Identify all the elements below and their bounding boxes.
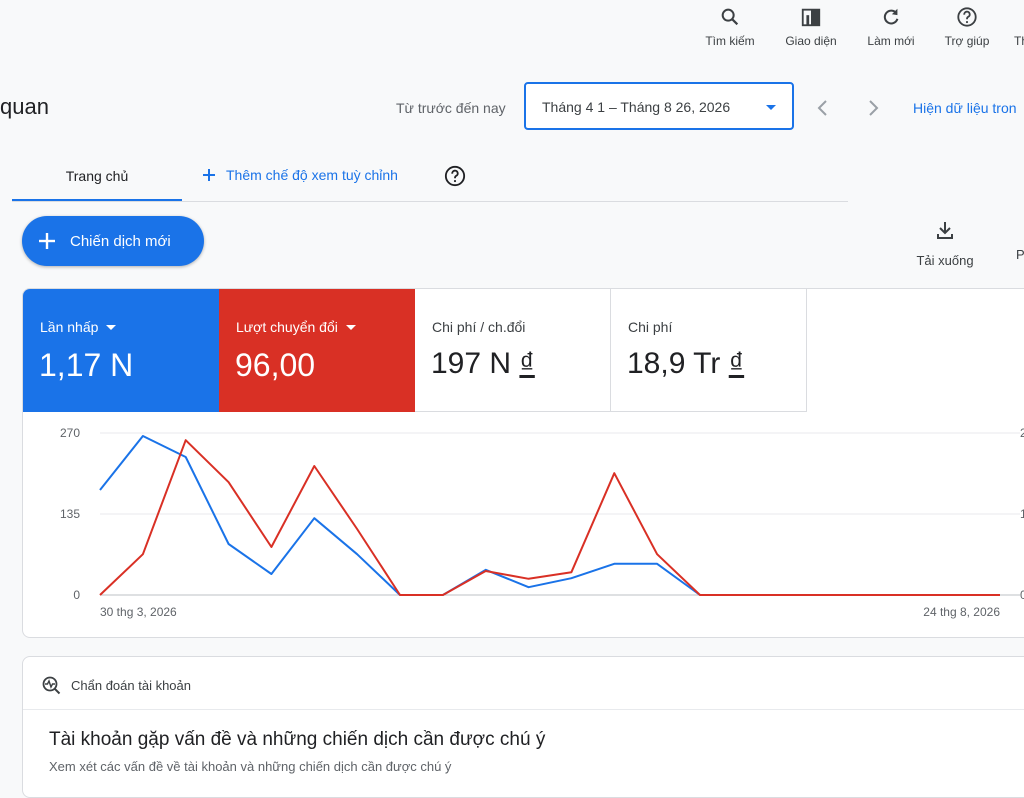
refresh-tool[interactable]: Làm mới bbox=[851, 6, 931, 48]
chevron-right-icon bbox=[869, 100, 879, 116]
metric-conversions[interactable]: Lượt chuyển đổi 96,00 bbox=[219, 289, 415, 412]
help-icon bbox=[957, 7, 977, 27]
metric-clicks[interactable]: Lần nhấp 1,17 N bbox=[23, 289, 219, 412]
page-title: quan bbox=[0, 94, 49, 119]
more-tool-label[interactable]: Th bbox=[1014, 34, 1024, 48]
download-button[interactable]: Tải xuống bbox=[910, 220, 980, 268]
new-campaign-label: Chiến dịch mới bbox=[70, 232, 171, 250]
add-custom-view-label: Thêm chế độ xem tuỳ chỉnh bbox=[226, 167, 398, 183]
new-campaign-button[interactable]: Chiến dịch mới bbox=[22, 216, 204, 266]
y-tick-label: 270 bbox=[60, 426, 80, 440]
currency-symbol: ₫ bbox=[519, 347, 535, 380]
download-label: Tải xuống bbox=[916, 253, 974, 268]
search-tool[interactable]: Tìm kiếm bbox=[690, 6, 770, 48]
account-diagnosis-card: Chẩn đoán tài khoản Tài khoản gặp vấn đề… bbox=[22, 656, 1024, 798]
search-icon bbox=[721, 8, 739, 26]
show-data-link[interactable]: Hiện dữ liệu tron bbox=[913, 100, 1017, 116]
download-icon bbox=[937, 222, 953, 239]
dropdown-caret-icon bbox=[766, 105, 776, 110]
series-line bbox=[99, 435, 1000, 596]
y-right-tick-label: 2 bbox=[1020, 426, 1024, 440]
metric-clicks-label: Lần nhấp bbox=[40, 319, 99, 335]
diagnosis-title: Tài khoản gặp vấn đề và những chiến dịch… bbox=[49, 729, 546, 750]
series-line bbox=[99, 439, 1000, 596]
date-range-value: Tháng 4 1 – Tháng 8 26, 2026 bbox=[542, 99, 731, 115]
metric-cpc-value: 197 N bbox=[431, 347, 512, 380]
y-right-tick-label: 1 bbox=[1020, 507, 1024, 521]
x-start-label: 30 thg 3, 2026 bbox=[100, 605, 177, 619]
help-label: Trợ giúp bbox=[944, 34, 990, 48]
add-custom-view-button[interactable]: Thêm chế độ xem tuỳ chỉnh bbox=[202, 167, 398, 183]
prev-period-button[interactable] bbox=[816, 98, 830, 121]
refresh-icon bbox=[883, 8, 899, 25]
dropdown-caret-icon bbox=[345, 324, 356, 330]
appearance-icon bbox=[801, 8, 821, 27]
plus-icon bbox=[203, 169, 215, 181]
y-tick-label: 135 bbox=[60, 507, 80, 521]
metric-cost[interactable]: Chi phí 18,9 Tr ₫ bbox=[611, 289, 807, 412]
appearance-tool[interactable]: Giao diện bbox=[771, 6, 851, 48]
metric-cpc-label: Chi phí / ch.đổi bbox=[432, 319, 526, 335]
diagnosis-divider bbox=[23, 709, 1024, 710]
chevron-left-icon bbox=[817, 100, 827, 116]
metric-clicks-value: 1,17 N bbox=[39, 347, 134, 383]
metric-conversions-label: Lượt chuyển đổi bbox=[236, 319, 338, 335]
appearance-label: Giao diện bbox=[785, 34, 837, 48]
x-end-label: 24 thg 8, 2026 bbox=[923, 605, 1000, 619]
diagnosis-icon bbox=[42, 676, 61, 695]
date-range-label: Từ trước đến nay bbox=[396, 100, 506, 116]
performance-card: Lần nhấp 1,17 N Lượt chuyển đổi 96,00 Ch… bbox=[22, 288, 1024, 638]
refresh-label: Làm mới bbox=[867, 34, 915, 48]
metric-conversions-value: 96,00 bbox=[235, 347, 316, 383]
help-circle-icon bbox=[444, 165, 466, 187]
tab-home[interactable]: Trang chủ bbox=[12, 160, 182, 202]
tab-home-label: Trang chủ bbox=[65, 168, 129, 184]
next-period-button[interactable] bbox=[866, 98, 880, 121]
plus-icon bbox=[39, 233, 55, 249]
diagnosis-subtitle: Xem xét các vấn đề về tài khoản và những… bbox=[49, 759, 452, 774]
help-tool[interactable]: Trợ giúp bbox=[927, 6, 1007, 48]
search-label: Tìm kiếm bbox=[705, 34, 755, 48]
tab-divider bbox=[12, 201, 848, 202]
currency-symbol: ₫ bbox=[728, 347, 745, 380]
date-range-picker[interactable]: Tháng 4 1 – Tháng 8 26, 2026 bbox=[524, 82, 794, 130]
y-tick-label: 0 bbox=[73, 588, 80, 602]
dropdown-caret-icon bbox=[106, 324, 117, 330]
metric-cost-label: Chi phí bbox=[628, 319, 673, 335]
performance-line-chart[interactable]: 270 2 135 1 0 0 30 thg 3, 2026 24 thg 8, 2026 bbox=[23, 412, 1024, 637]
tab-help-button[interactable] bbox=[444, 165, 466, 192]
diagnosis-header-label: Chẩn đoán tài khoản bbox=[71, 677, 191, 693]
diagnosis-header[interactable]: Chẩn đoán tài khoản bbox=[41, 675, 191, 695]
metric-cost-value: 18,9 Tr bbox=[627, 347, 721, 380]
cut-action-label[interactable]: P bbox=[1016, 247, 1024, 262]
y-right-tick-label: 0 bbox=[1020, 588, 1024, 602]
metric-cost-per-conversion[interactable]: Chi phí / ch.đổi 197 N ₫ bbox=[415, 289, 611, 412]
